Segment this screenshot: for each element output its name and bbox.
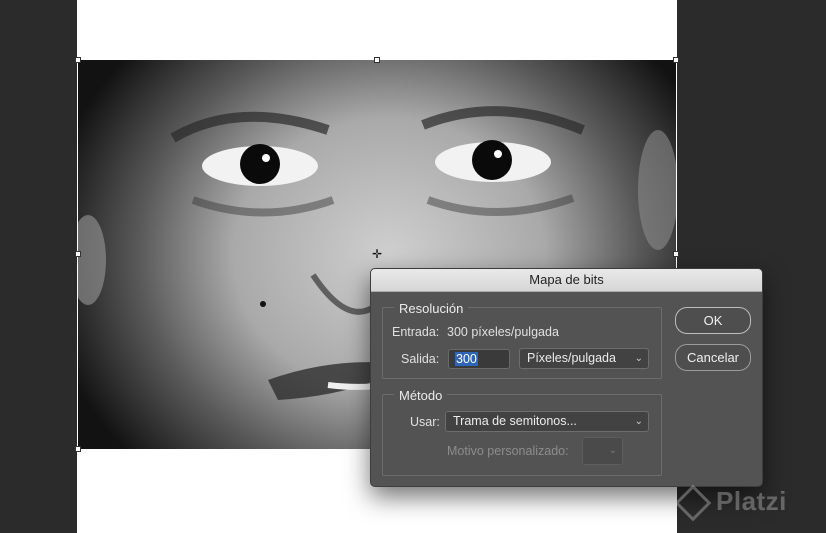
transform-handle-middle-left[interactable]	[75, 251, 81, 257]
output-label: Salida:	[401, 352, 440, 366]
platzi-logo-icon	[674, 484, 712, 522]
use-label: Usar:	[410, 415, 440, 429]
chevron-down-icon: ⌄	[634, 353, 643, 364]
output-resolution-input[interactable]: 300	[448, 349, 510, 369]
transform-handle-bottom-left[interactable]	[75, 446, 81, 452]
method-select[interactable]: Trama de semitonos... ⌄	[445, 411, 649, 432]
method-value: Trama de semitonos...	[453, 414, 577, 428]
bitmap-dialog: Mapa de bits Resolución Entrada: 300 píx…	[370, 268, 763, 487]
method-legend: Método	[394, 388, 448, 403]
input-value: 300 píxeles/pulgada	[447, 325, 559, 339]
dialog-title: Mapa de bits	[371, 269, 762, 292]
cancel-button[interactable]: Cancelar	[675, 344, 751, 371]
chevron-down-icon: ⌄	[634, 416, 643, 427]
transform-handle-top-center[interactable]	[374, 57, 380, 63]
resolution-legend: Resolución	[394, 301, 469, 316]
output-unit-select[interactable]: Píxeles/pulgada ⌄	[519, 348, 649, 369]
transform-handle-top-left[interactable]	[75, 57, 81, 63]
watermark-text: Platzi	[716, 486, 787, 516]
output-value: 300	[455, 352, 478, 366]
custom-pattern-picker: ⌄	[582, 437, 623, 465]
platzi-watermark: Platzi	[674, 484, 787, 522]
transform-handle-middle-right[interactable]	[673, 251, 679, 257]
transform-handle-top-right[interactable]	[673, 57, 679, 63]
output-unit-value: Píxeles/pulgada	[527, 351, 616, 365]
custom-pattern-label: Motivo personalizado:	[447, 444, 569, 458]
transform-center-icon[interactable]: ✛	[371, 248, 383, 260]
input-label: Entrada:	[392, 325, 440, 339]
chevron-down-icon: ⌄	[608, 445, 617, 456]
ok-button[interactable]: OK	[675, 307, 751, 334]
